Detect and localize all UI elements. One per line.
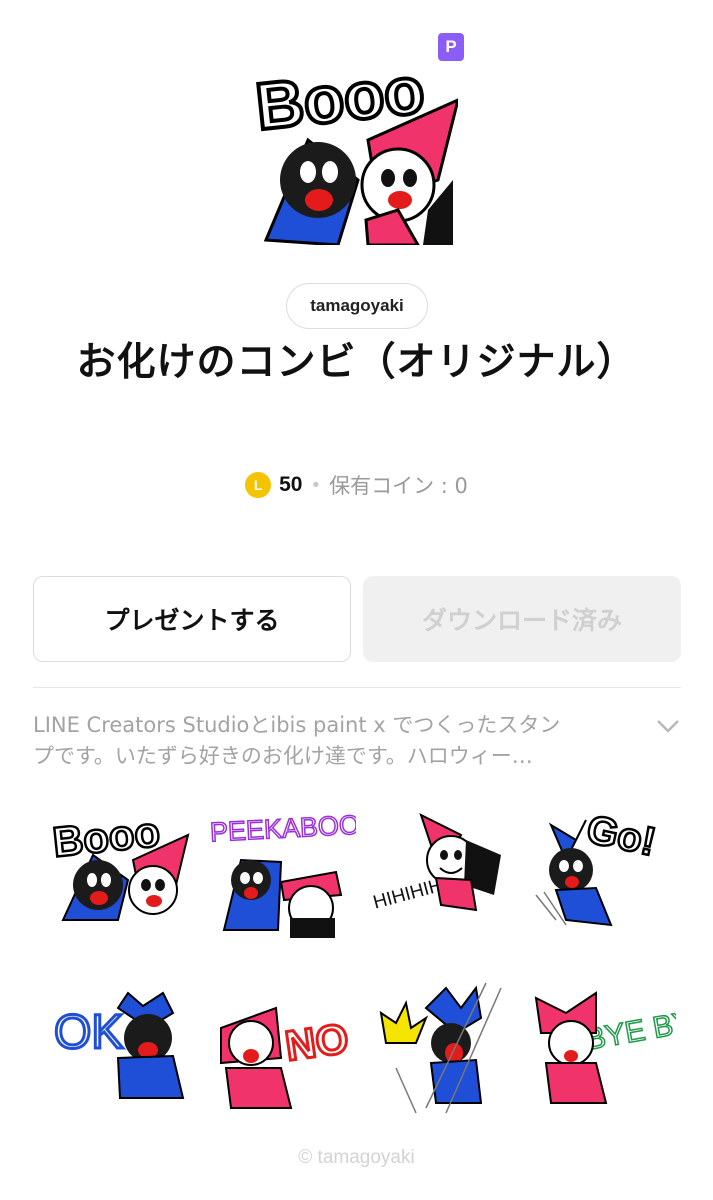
sticker-5[interactable]: OK <box>48 968 198 1118</box>
downloaded-button-label: ダウンロード済み <box>421 606 622 635</box>
sticker-text: OK <box>54 1006 123 1059</box>
present-button-label: プレゼントする <box>104 606 280 635</box>
separator-dot: • <box>310 474 322 496</box>
sticker-text: PEEKABOO <box>209 810 356 848</box>
sticker-text: Go! <box>583 807 660 864</box>
sticker-1[interactable]: Booo <box>48 800 198 950</box>
sticker-6[interactable]: NO <box>206 968 356 1118</box>
sticker-4[interactable]: Go! <box>526 800 676 950</box>
chevron-down-icon[interactable] <box>654 716 682 736</box>
author-name: tamagoyaki <box>310 296 404 315</box>
price-row: L 50 • 保有コイン : 0 <box>0 468 713 502</box>
line-coin-icon: L <box>245 472 272 498</box>
sticker-title: お化けのコンビ（オリジナル） <box>76 340 637 385</box>
main-sticker-image: Booo <box>250 60 458 245</box>
author-chip[interactable]: tamagoyaki <box>286 283 428 329</box>
premium-badge-icon: P <box>438 33 464 61</box>
sticker-text: NO <box>282 1014 351 1069</box>
divider <box>33 687 681 688</box>
sticker-7[interactable] <box>366 968 516 1118</box>
present-button[interactable]: プレゼントする <box>33 576 351 662</box>
sticker-8[interactable]: BYE BYE <box>526 968 676 1118</box>
sticker-2[interactable]: PEEKABOO <box>206 800 356 950</box>
downloaded-button: ダウンロード済み <box>363 576 681 662</box>
description-line: プです。いたずら好きのお化け達です。ハロウィー… <box>33 744 533 768</box>
description[interactable]: LINE Creators Studioとibis paint x でつくったス… <box>33 710 628 772</box>
owned-coins: 保有コイン : 0 <box>329 474 468 498</box>
copyright: © tamagoyaki <box>298 1147 415 1168</box>
description-line: LINE Creators Studioとibis paint x でつくったス… <box>33 713 561 737</box>
price-amount: 50 <box>279 473 303 496</box>
sticker-3[interactable]: HIHIHIHI <box>366 800 516 950</box>
